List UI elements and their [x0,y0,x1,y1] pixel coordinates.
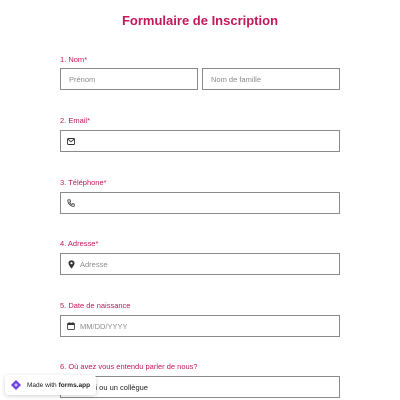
phone-icon [66,198,76,208]
first-name-placeholder: Prénom [69,74,96,84]
required-mark: * [103,178,107,187]
first-name-input[interactable]: Prénom [60,68,198,90]
question-label: 5. Date de naissance [60,300,340,312]
required-mark: * [84,55,88,64]
question-label: 4. Adresse* [60,238,340,250]
question-referral: 6. Où avez vous entendu parler de nous? [60,361,340,373]
question-label: 3. Téléphone* [60,177,340,189]
question-label: 2. Email* [60,115,340,127]
birthdate-input[interactable]: MM/DD/YYYY [60,315,340,337]
location-pin-icon [66,259,76,269]
made-with-badge[interactable]: Made with forms.app [5,375,97,395]
question-label-text: 5. Date de naissance [60,301,131,310]
question-label: 1. Nom* [60,54,340,66]
question-label-text: 2. Email [60,116,88,125]
registration-form-page: Formulaire de Inscription 1. Nom* Prénom… [0,0,400,400]
required-mark: * [87,116,91,125]
question-name: 1. Nom* [60,54,340,66]
birthdate-placeholder: MM/DD/YYYY [80,321,128,331]
question-label-text: 6. Où avez vous entendu parler de nous? [60,362,198,371]
question-birthdate: 5. Date de naissance [60,300,340,312]
phone-input[interactable] [60,192,340,214]
envelope-icon [66,136,76,146]
question-email: 2. Email* [60,115,340,127]
question-phone: 3. Téléphone* [60,177,340,189]
question-label-text: 3. Téléphone [60,178,104,187]
address-input[interactable]: Adresse [60,253,340,275]
question-label-text: 4. Adresse [60,239,96,248]
question-label-text: 1. Nom [60,55,85,64]
forms-app-logo-icon [10,379,22,391]
address-placeholder: Adresse [80,259,108,269]
last-name-placeholder: Nom de famille [211,74,262,84]
badge-prefix: Made with [27,381,57,389]
question-address: 4. Adresse* [60,238,340,250]
referral-option[interactable]: ami ou un collègue [60,376,340,398]
required-mark: * [95,239,99,248]
last-name-input[interactable]: Nom de famille [202,68,340,90]
email-input[interactable] [60,130,340,152]
badge-brand: forms.app [58,381,91,389]
form-title: Formulaire de Inscription [121,13,279,28]
question-label: 6. Où avez vous entendu parler de nous? [60,361,340,373]
calendar-icon [66,321,76,331]
